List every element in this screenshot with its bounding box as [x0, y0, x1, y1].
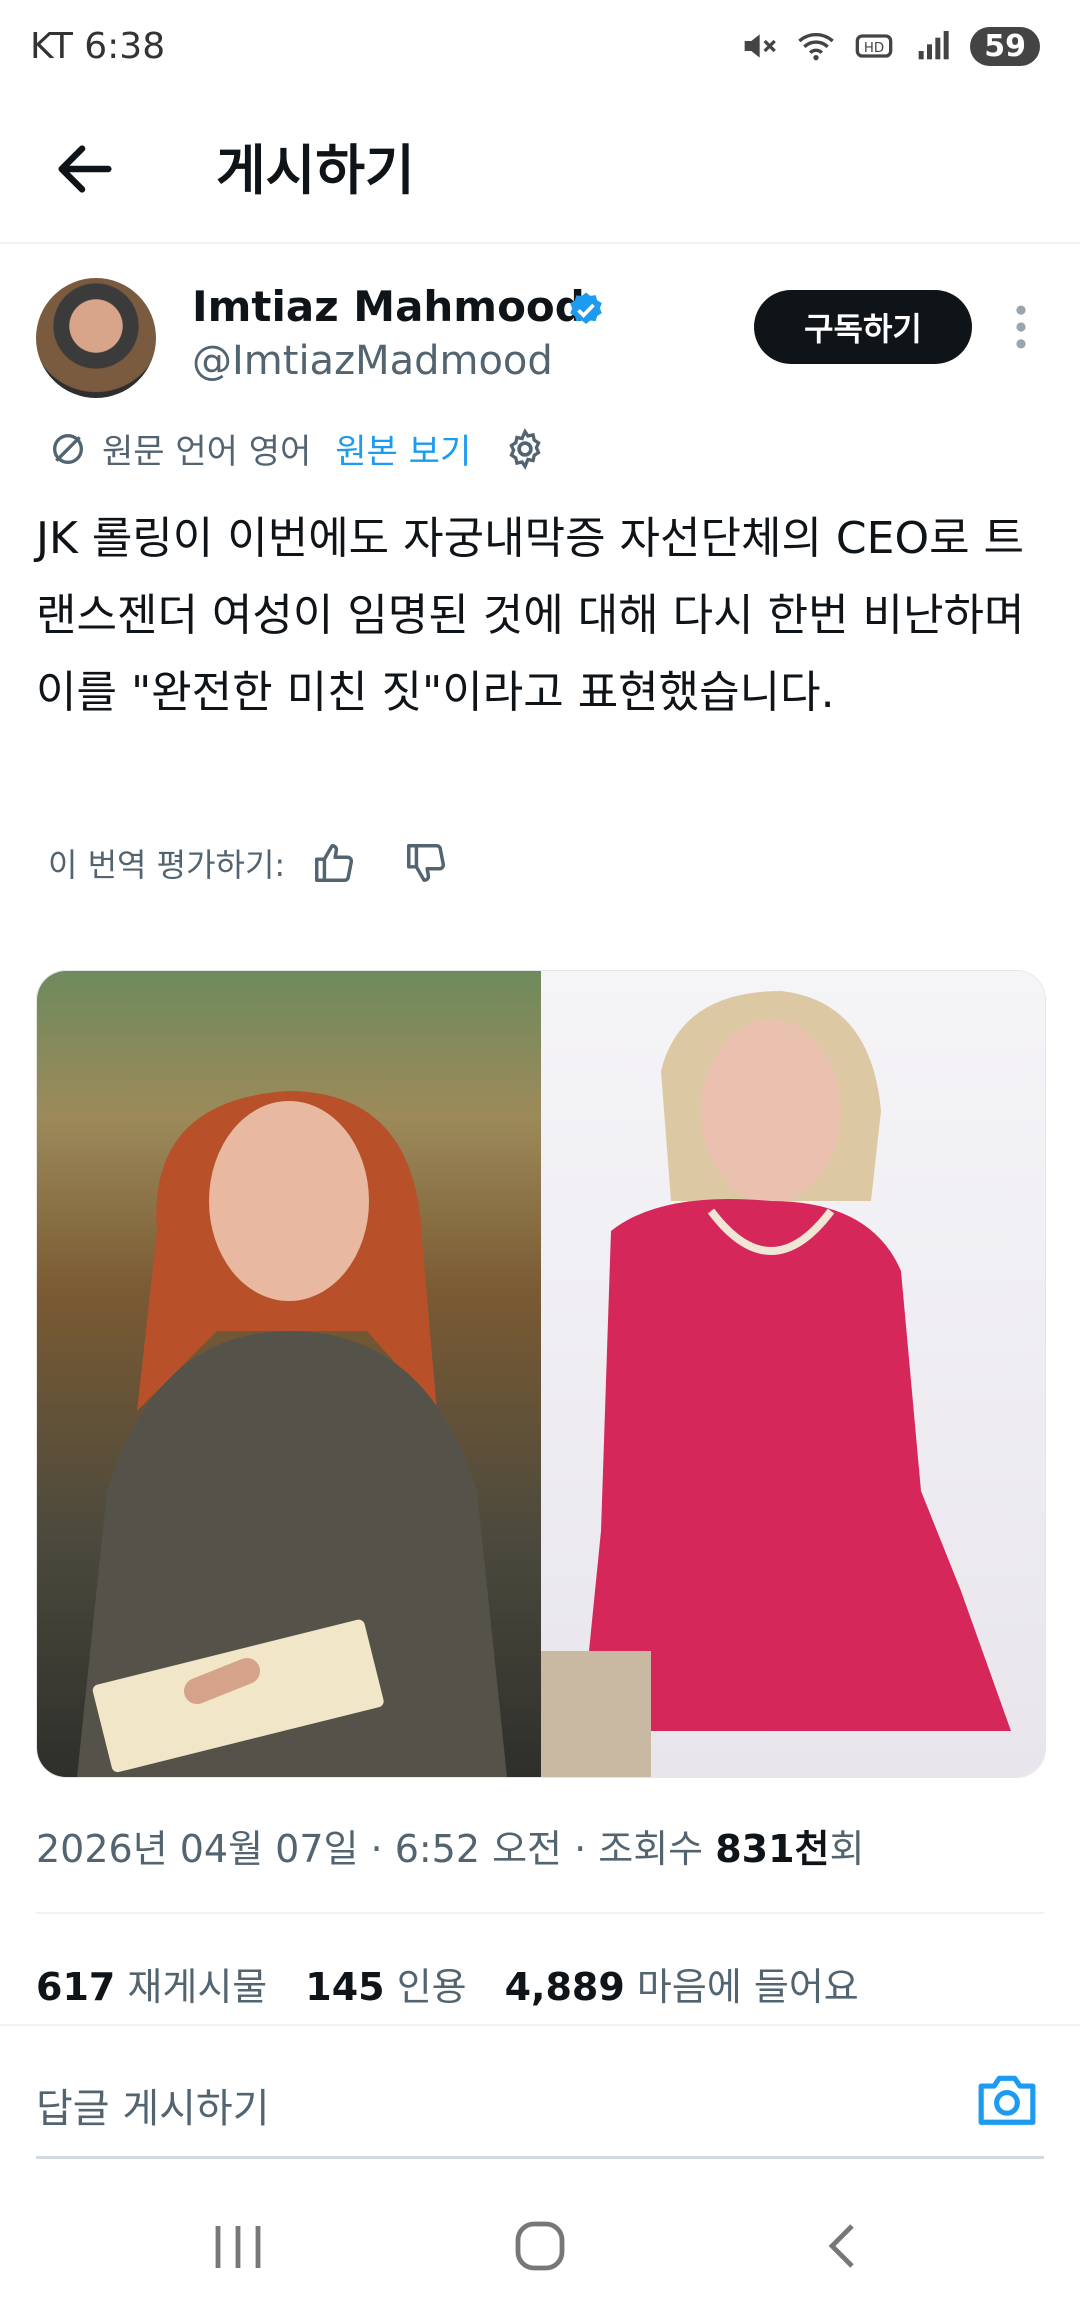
battery-indicator: 59 — [970, 26, 1040, 66]
home-icon[interactable] — [512, 2218, 568, 2274]
back-arrow-icon[interactable] — [50, 134, 120, 204]
view-count: 831천 — [715, 1827, 830, 1871]
divider — [36, 2156, 1044, 2159]
camera-icon[interactable] — [976, 2070, 1038, 2128]
status-icons: HD 59 — [738, 26, 1040, 66]
divider — [36, 1912, 1044, 1914]
svg-text:HD: HD — [864, 41, 884, 56]
photo-right — [541, 971, 1045, 1777]
author-handle[interactable]: @ImtiazMadmood — [192, 338, 553, 384]
back-nav-icon[interactable] — [816, 2218, 872, 2274]
recent-apps-icon[interactable] — [210, 2220, 266, 2274]
thumbs-up-icon[interactable] — [311, 840, 357, 886]
reply-input[interactable]: 답글 게시하기 — [36, 2076, 270, 2134]
post-text: JK 롤링이 이번에도 자궁내막증 자선단체의 CEO로 트랜스젠더 여성이 임… — [36, 513, 1025, 718]
header: 게시하기 — [0, 96, 1080, 244]
photo-left — [37, 971, 541, 1777]
status-carrier-time: KT 6:38 — [30, 26, 166, 67]
rate-translation-bar: 이 번역 평가하기: — [48, 840, 449, 886]
status-bar: KT 6:38 HD 59 — [0, 0, 1080, 96]
hd-icon: HD — [855, 34, 893, 58]
post-timestamp-views: 2026년 04월 07일 · 6:52 오전 · 조회수 831천회 — [36, 1827, 865, 1871]
signal-icon — [918, 31, 949, 60]
divider — [0, 2024, 1080, 2026]
author-name[interactable]: Imtiaz Mahmood — [192, 282, 585, 331]
system-nav-bar — [0, 2180, 1080, 2316]
post-image[interactable] — [36, 970, 1046, 1778]
view-original-link[interactable]: 원본 보기 — [335, 424, 471, 473]
engagement-stats: 617 재게시물 145 인용 4,889 마음에 들어요 — [36, 1956, 859, 2011]
more-options-icon[interactable] — [1006, 304, 1036, 350]
verified-badge-icon — [570, 292, 602, 324]
settings-gear-icon[interactable] — [503, 427, 547, 471]
avatar[interactable] — [36, 278, 156, 398]
reposts-stat[interactable]: 617 재게시물 — [36, 1956, 267, 2011]
subscribe-button[interactable]: 구독하기 — [754, 290, 972, 364]
wifi-icon — [798, 33, 835, 61]
translate-icon — [53, 433, 83, 464]
original-language-label: 원문 언어 영어 — [102, 432, 312, 472]
page-title: 게시하기 — [216, 139, 415, 202]
likes-stat[interactable]: 4,889 마음에 들어요 — [505, 1956, 859, 2011]
quotes-stat[interactable]: 145 인용 — [305, 1956, 466, 2011]
mute-icon — [744, 34, 777, 58]
rate-translation-label: 이 번역 평가하기: — [48, 846, 286, 884]
translation-bar: 원문 언어 영어 원본 보기 — [48, 424, 547, 473]
thumbs-down-icon[interactable] — [403, 840, 449, 886]
